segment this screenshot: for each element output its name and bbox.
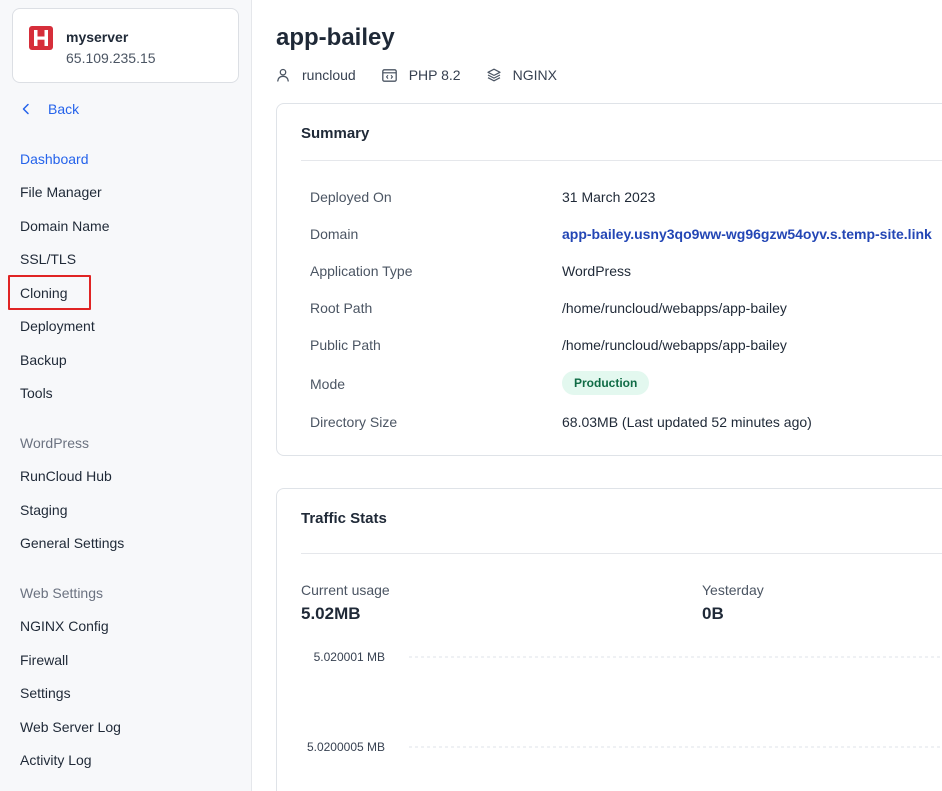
chart-y-tick-label: 5.0200005 MB: [307, 740, 385, 754]
back-link[interactable]: Back: [20, 100, 79, 118]
nav-item-settings[interactable]: Settings: [20, 684, 71, 702]
chart-y-tick-label: 5.020001 MB: [314, 650, 385, 664]
nav-item-tools[interactable]: Tools: [20, 384, 53, 402]
summary-value-directory-size: 68.03MB (Last updated 52 minutes ago): [562, 414, 812, 430]
nav-section-web-settings: Web Settings: [20, 585, 104, 601]
nav-item-dashboard[interactable]: Dashboard: [20, 150, 89, 168]
nav-item-backup[interactable]: Backup: [20, 351, 67, 369]
meta-server-text: NGINX: [512, 67, 557, 83]
summary-value-deployed-on: 31 March 2023: [562, 189, 656, 205]
traffic-chart: 5.020001 MB 5.0200005 MB: [307, 650, 942, 754]
back-label: Back: [48, 101, 80, 117]
nav-item-firewall[interactable]: Firewall: [20, 651, 68, 669]
traffic-divider: [301, 553, 942, 554]
mode-status-badge: Production: [562, 371, 650, 395]
nav-item-nginx-config[interactable]: NGINX Config: [20, 617, 109, 635]
summary-divider: [301, 160, 942, 161]
meta-user: runcloud: [276, 67, 356, 83]
traffic-title: Traffic Stats: [301, 510, 387, 527]
chevron-left-icon: [22, 103, 29, 115]
server-name: myserver: [66, 29, 129, 45]
current-usage-value: 5.02MB: [301, 604, 361, 623]
nav-item-web-server-log[interactable]: Web Server Log: [20, 718, 121, 736]
nav-item-domain-name[interactable]: Domain Name: [20, 217, 109, 235]
server-card[interactable]: myserver 65.109.235.15: [12, 8, 239, 83]
server-ip: 65.109.235.15: [66, 50, 156, 66]
summary-label-root-path: Root Path: [310, 300, 373, 316]
server-logo-icon: [29, 26, 53, 50]
nav-item-deployment[interactable]: Deployment: [20, 317, 95, 335]
summary-label-directory-size: Directory Size: [310, 414, 398, 430]
main-content: app-bailey runcloud PHP 8.2 NGINX Summar…: [253, 0, 942, 791]
page-title: app-bailey: [276, 24, 395, 51]
meta-server: NGINX: [486, 67, 557, 83]
meta-user-text: runcloud: [302, 67, 356, 83]
summary-value-app-type: WordPress: [562, 263, 631, 279]
nav-item-runcloud-hub[interactable]: RunCloud Hub: [20, 467, 112, 485]
nav-section-wordpress: WordPress: [20, 435, 89, 451]
nav-item-cloning[interactable]: Cloning: [20, 284, 67, 302]
summary-label-deployed-on: Deployed On: [310, 189, 392, 205]
app-root: myserver 65.109.235.15 Back Dashboard Fi…: [0, 0, 942, 791]
summary-label-app-type: Application Type: [310, 263, 413, 279]
meta-php-text: PHP 8.2: [408, 67, 461, 83]
summary-card: Summary Deployed On 31 March 2023 Domain…: [276, 103, 942, 456]
traffic-stats-card: Traffic Stats Current usage 5.02MB Yeste…: [276, 488, 942, 791]
user-icon: [277, 68, 289, 82]
yesterday-label: Yesterday: [702, 582, 764, 598]
summary-title: Summary: [301, 125, 370, 142]
summary-value-root-path: /home/runcloud/webapps/app-bailey: [562, 300, 787, 316]
nav-item-general-settings[interactable]: General Settings: [20, 534, 124, 552]
nav-item-ssl-tls[interactable]: SSL/TLS: [20, 250, 76, 268]
nav-item-staging[interactable]: Staging: [20, 501, 67, 519]
summary-label-public-path: Public Path: [310, 337, 381, 353]
yesterday-value: 0B: [702, 604, 724, 623]
summary-label-mode: Mode: [310, 376, 346, 392]
sidebar: myserver 65.109.235.15 Back Dashboard Fi…: [0, 0, 252, 791]
app-meta-row: runcloud PHP 8.2 NGINX: [276, 66, 583, 84]
summary-label-domain: Domain: [310, 226, 359, 242]
code-window-icon: [381, 68, 397, 82]
nav-item-activity-log[interactable]: Activity Log: [20, 751, 92, 769]
nav-item-file-manager[interactable]: File Manager: [20, 183, 102, 201]
summary-domain-link[interactable]: app-bailey.usny3qo9ww-wg96gzw54oyv.s.tem…: [562, 226, 932, 242]
layers-icon: [486, 68, 501, 82]
current-usage-label: Current usage: [301, 582, 390, 598]
meta-php: PHP 8.2: [381, 67, 461, 83]
summary-value-public-path: /home/runcloud/webapps/app-bailey: [562, 337, 787, 353]
